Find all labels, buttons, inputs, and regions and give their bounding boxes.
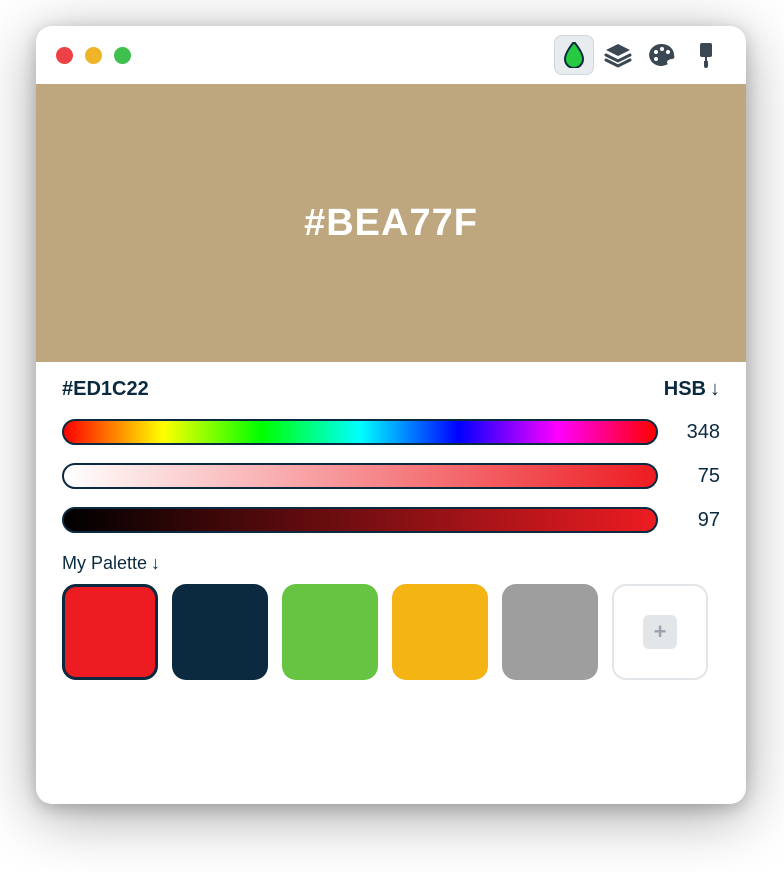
color-mode-select[interactable]: HSB↓ (664, 378, 720, 401)
add-swatch-button[interactable]: + (612, 584, 708, 680)
palette-select[interactable]: My Palette↓ (62, 553, 720, 574)
close-window-button[interactable] (56, 47, 73, 64)
palette-swatch-row: + (62, 584, 720, 680)
hue-slider[interactable] (62, 419, 658, 445)
minimize-window-button[interactable] (85, 47, 102, 64)
palette-icon (648, 42, 676, 68)
hex-input[interactable]: #ED1C22 (62, 378, 149, 401)
chevron-down-icon: ↓ (151, 553, 160, 573)
chevron-down-icon: ↓ (710, 378, 720, 400)
tab-layers[interactable] (598, 35, 638, 75)
slider-group: 348 75 97 (36, 409, 746, 543)
tool-tabs (554, 35, 726, 75)
brightness-value[interactable]: 97 (678, 509, 720, 532)
tab-brush[interactable] (686, 35, 726, 75)
hue-slider-row: 348 (62, 419, 720, 445)
brightness-slider[interactable] (62, 507, 658, 533)
palette-swatch-1[interactable] (172, 584, 268, 680)
titlebar (36, 26, 746, 84)
palette-swatch-2[interactable] (282, 584, 378, 680)
plus-icon: + (643, 615, 677, 649)
saturation-slider-row: 75 (62, 463, 720, 489)
color-mode-label: HSB (664, 378, 706, 400)
palette-swatch-0[interactable] (62, 584, 158, 680)
brightness-slider-row: 97 (62, 507, 720, 533)
tab-droplet[interactable] (554, 35, 594, 75)
brush-icon (694, 41, 718, 69)
saturation-value[interactable]: 75 (678, 465, 720, 488)
color-preview: #BEA77F (36, 84, 746, 362)
readout-row: #ED1C22 HSB↓ (36, 362, 746, 409)
tab-palette[interactable] (642, 35, 682, 75)
hue-value[interactable]: 348 (678, 421, 720, 444)
layers-icon (604, 42, 632, 68)
color-picker-window: #BEA77F #ED1C22 HSB↓ 348 75 97 My Palett… (36, 26, 746, 804)
window-controls (56, 47, 131, 64)
palette-swatch-4[interactable] (502, 584, 598, 680)
preview-hex-label: #BEA77F (304, 202, 478, 245)
saturation-slider[interactable] (62, 463, 658, 489)
palette-section: My Palette↓ + (36, 543, 746, 690)
palette-swatch-3[interactable] (392, 584, 488, 680)
maximize-window-button[interactable] (114, 47, 131, 64)
palette-name: My Palette (62, 553, 147, 573)
drop-icon (563, 42, 585, 68)
